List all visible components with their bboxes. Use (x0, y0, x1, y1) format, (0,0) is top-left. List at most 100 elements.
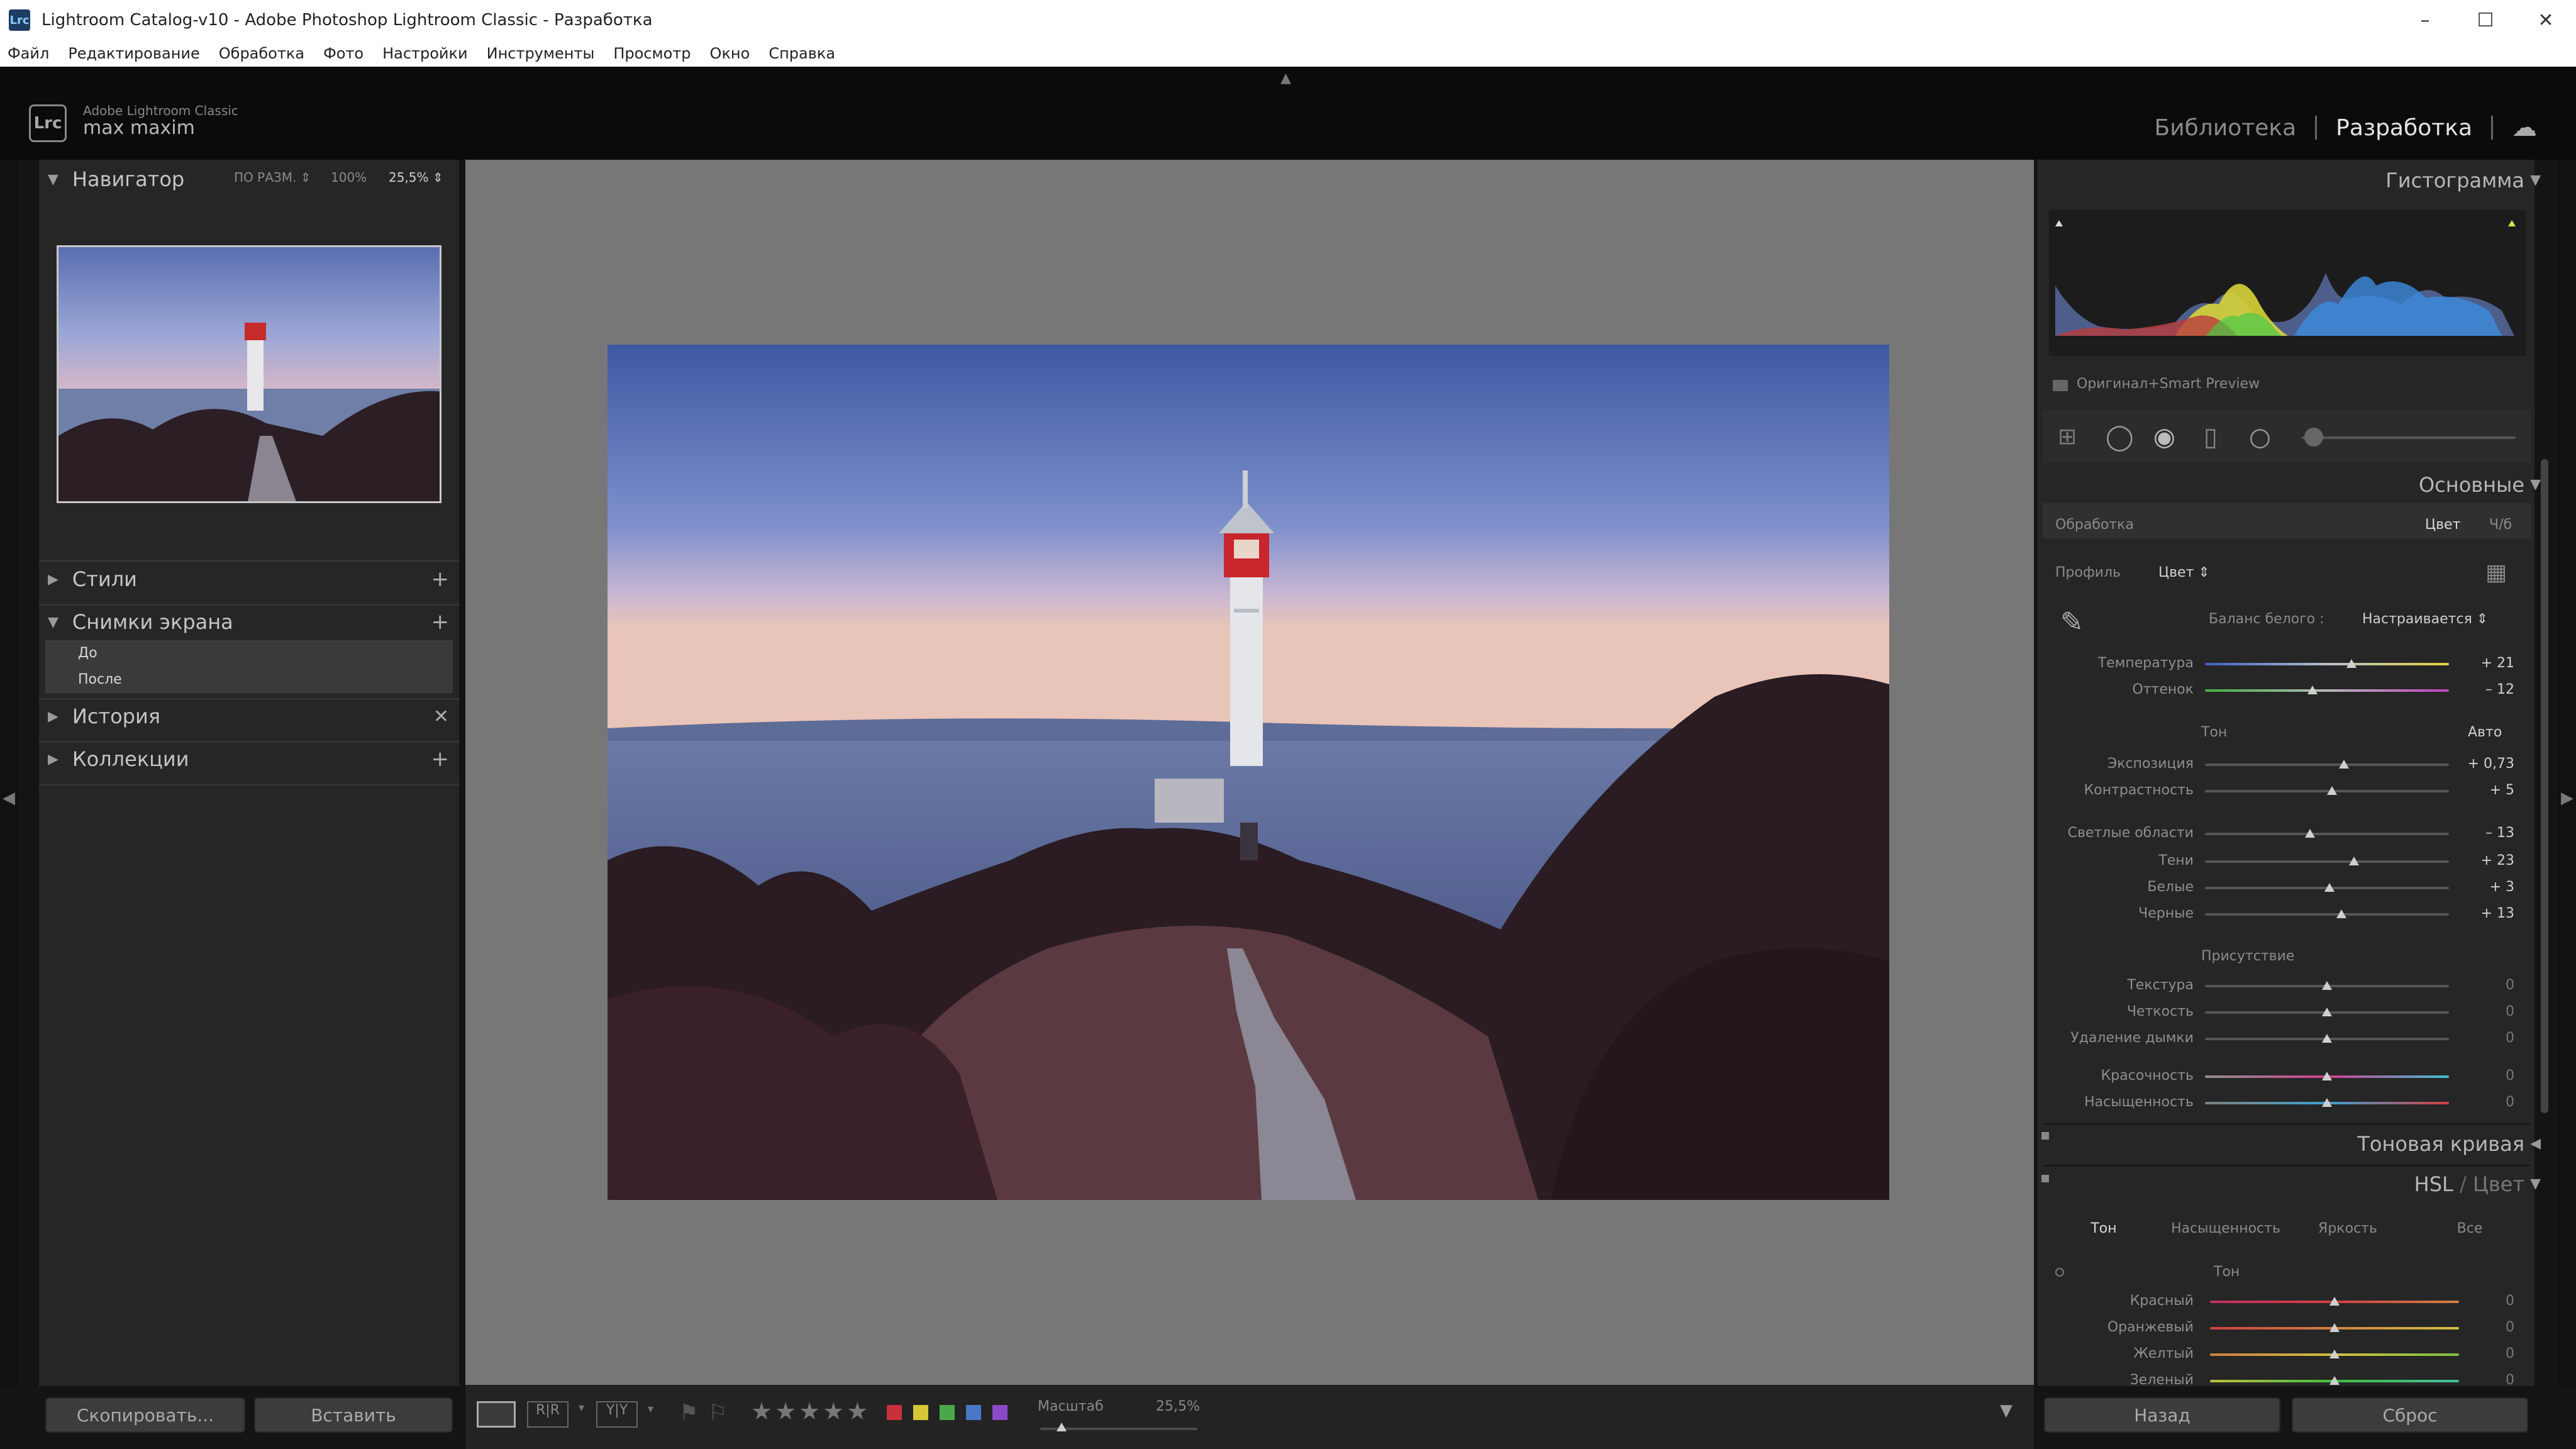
slider-value[interactable]: + 0,73 (2464, 756, 2514, 772)
slider-value[interactable]: + 21 (2464, 655, 2514, 671)
slider-value[interactable]: 0 (2464, 977, 2514, 993)
slider-value[interactable]: + 3 (2464, 879, 2514, 895)
slider-value[interactable]: 0 (2464, 1068, 2514, 1084)
slider-track[interactable] (2205, 913, 2449, 916)
before-after-lr-icon[interactable]: R|R (527, 1401, 569, 1428)
right-panel-toggle[interactable]: ▶ (2557, 160, 2576, 1386)
slider-thumb[interactable] (2322, 1098, 2332, 1107)
slider-track[interactable] (2205, 689, 2449, 692)
slider-track[interactable] (2205, 763, 2449, 766)
clear-history-icon[interactable]: ✕ (433, 706, 449, 728)
hsl-slider-value[interactable]: 0 (2464, 1346, 2514, 1362)
slider-thumb[interactable] (2339, 760, 2350, 769)
wb-dropdown[interactable]: Настраивается ⇕ (2362, 611, 2488, 627)
slider-thumb[interactable] (2307, 686, 2318, 694)
maximize-button[interactable]: ☐ (2455, 0, 2516, 40)
slider-value[interactable]: + 5 (2464, 782, 2514, 798)
slider-value[interactable]: 0 (2464, 1094, 2514, 1110)
collections-header[interactable]: ▶ Коллекции + (39, 742, 459, 776)
tab-hue[interactable]: Тон (2043, 1221, 2165, 1236)
zoom-slider-thumb[interactable] (1057, 1423, 1067, 1431)
brush-slider[interactable] (2302, 436, 2516, 439)
hsl-title[interactable]: HSL / Цвет (2414, 1172, 2524, 1196)
add-preset-icon[interactable]: + (431, 567, 450, 592)
main-photo[interactable] (608, 345, 1889, 1200)
slider-thumb[interactable] (2346, 659, 2357, 668)
hsl-toggle[interactable] (2041, 1175, 2049, 1182)
right-panel-scrollbar[interactable] (2541, 459, 2548, 1113)
basic-title[interactable]: Основные (2419, 473, 2524, 497)
radial-filter-icon[interactable]: ○ (2249, 423, 2271, 452)
nav-100-option[interactable]: 100% (331, 170, 367, 185)
eyedropper-icon[interactable]: ✎ (2060, 606, 2084, 638)
module-library[interactable]: Библиотека (2155, 115, 2297, 141)
slider-value[interactable]: + 13 (2464, 906, 2514, 921)
slider-thumb[interactable] (2326, 786, 2337, 795)
slider-value[interactable]: – 12 (2464, 682, 2514, 697)
collapse-triangle-icon[interactable]: ▼ (2530, 1176, 2541, 1192)
slider-thumb[interactable] (2304, 829, 2315, 838)
green-label[interactable] (940, 1405, 955, 1420)
red-label[interactable] (887, 1405, 902, 1420)
tab-luminance[interactable]: Яркость (2287, 1221, 2409, 1236)
back-button[interactable]: Назад (2044, 1397, 2280, 1433)
nav-fit-option[interactable]: ПО РАЗМ. ⇕ (234, 170, 311, 185)
reset-button[interactable]: Сброс (2292, 1397, 2528, 1433)
collapse-triangle-icon[interactable]: ▼ (2530, 172, 2541, 188)
paste-button[interactable]: Вставить (254, 1397, 453, 1433)
menu-process[interactable]: Обработка (219, 45, 304, 62)
close-button[interactable]: ✕ (2516, 0, 2576, 40)
expand-triangle-icon[interactable]: ◀ (2530, 1136, 2541, 1152)
snapshot-item[interactable]: До (45, 640, 453, 667)
slider-thumb[interactable] (2336, 909, 2347, 918)
collapse-triangle-icon[interactable]: ▼ (2530, 477, 2541, 492)
snapshot-item[interactable]: После (45, 667, 453, 693)
slider-thumb[interactable] (2322, 1008, 2332, 1016)
nav-zoom-option[interactable]: 25,5% ⇕ (389, 170, 443, 185)
menu-photo[interactable]: Фото (323, 45, 364, 62)
target-adjust-icon[interactable] (2055, 1268, 2064, 1277)
hsl-slider-value[interactable]: 0 (2464, 1319, 2514, 1335)
hsl-slider-value[interactable]: 0 (2464, 1372, 2514, 1388)
slider-thumb[interactable] (2322, 981, 2332, 990)
copy-button[interactable]: Скопировать... (45, 1397, 245, 1433)
red-eye-icon[interactable]: ◉ (2153, 423, 2175, 452)
slider-thumb[interactable] (2322, 1034, 2332, 1043)
menu-help[interactable]: Справка (769, 45, 835, 62)
module-develop[interactable]: Разработка (2336, 115, 2472, 141)
star-rating-icon[interactable]: ★★★★★ (751, 1397, 870, 1425)
add-snapshot-icon[interactable]: + (431, 609, 450, 635)
tab-all[interactable]: Все (2409, 1221, 2531, 1236)
reject-flag-icon[interactable]: ⚐ (708, 1400, 727, 1425)
histogram[interactable] (2049, 210, 2526, 356)
cloud-icon[interactable]: ☁ (2512, 113, 2537, 142)
menu-view[interactable]: Просмотр (613, 45, 691, 62)
profile-browser-icon[interactable]: ▦ (2485, 560, 2507, 586)
flag-icon[interactable]: ⚑ (679, 1400, 698, 1425)
yellow-label[interactable] (913, 1405, 928, 1420)
hsl-slider-thumb[interactable] (2329, 1376, 2340, 1385)
menu-file[interactable]: Файл (8, 45, 49, 62)
hsl-slider-thumb[interactable] (2329, 1323, 2340, 1332)
slider-value[interactable]: 0 (2464, 1030, 2514, 1046)
menu-edit[interactable]: Редактирование (68, 45, 199, 62)
treatment-color-option[interactable]: Цвет (2425, 517, 2460, 533)
navigator-preview[interactable] (57, 245, 441, 503)
tone-curve-toggle[interactable] (2041, 1132, 2049, 1140)
hsl-slider-value[interactable]: 0 (2464, 1293, 2514, 1309)
tab-saturation[interactable]: Насыщенность (2165, 1221, 2287, 1236)
before-after-tb-icon[interactable]: Y|Y (596, 1401, 638, 1428)
presets-header[interactable]: ▶ Стили + (39, 562, 459, 596)
add-collection-icon[interactable]: + (431, 747, 450, 772)
graduated-filter-icon[interactable]: ▯ (2204, 423, 2218, 452)
history-header[interactable]: ▶ История ✕ (39, 699, 459, 733)
before-after-menu-icon[interactable]: ▾ (579, 1401, 587, 1428)
histogram-title[interactable]: Гистограмма (2385, 169, 2524, 192)
spot-removal-icon[interactable]: ◯ (2106, 423, 2134, 452)
hsl-slider-thumb[interactable] (2329, 1297, 2340, 1306)
crop-tool-icon[interactable]: ⊞ (2058, 424, 2077, 450)
slider-value[interactable]: 0 (2464, 1004, 2514, 1019)
menu-settings[interactable]: Настройки (382, 45, 468, 62)
treatment-bw-option[interactable]: Ч/б (2489, 517, 2512, 533)
menu-tools[interactable]: Инструменты (487, 45, 595, 62)
